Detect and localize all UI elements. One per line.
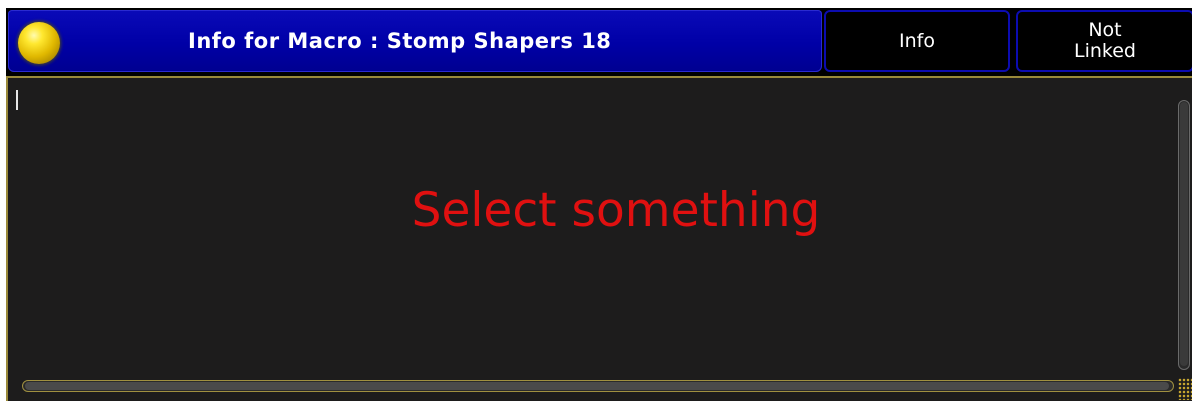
info-window: Info for Macro : Stomp Shapers 18 Info N… xyxy=(6,8,1192,401)
text-cursor xyxy=(16,90,18,110)
horizontal-scrollbar-thumb[interactable] xyxy=(25,382,1169,390)
info-tab-label: Info xyxy=(899,29,935,52)
window-title: Info for Macro : Stomp Shapers 18 xyxy=(188,29,612,53)
info-text-area[interactable]: Select something xyxy=(6,76,1192,401)
info-tab-button[interactable]: Info xyxy=(824,10,1010,72)
vertical-scrollbar-thumb[interactable] xyxy=(1180,102,1188,366)
title-area[interactable]: Info for Macro : Stomp Shapers 18 xyxy=(8,10,822,72)
link-toggle-label: Not Linked xyxy=(1074,19,1136,62)
horizontal-scrollbar[interactable] xyxy=(22,380,1174,392)
title-bar: Info for Macro : Stomp Shapers 18 Info N… xyxy=(6,8,1192,74)
resize-grip-icon[interactable] xyxy=(1178,378,1192,400)
vertical-scrollbar[interactable] xyxy=(1178,100,1190,370)
link-toggle-button[interactable]: Not Linked xyxy=(1016,10,1192,72)
empty-state-message: Select something xyxy=(411,183,821,238)
yellow-status-ball-icon[interactable] xyxy=(18,22,60,64)
